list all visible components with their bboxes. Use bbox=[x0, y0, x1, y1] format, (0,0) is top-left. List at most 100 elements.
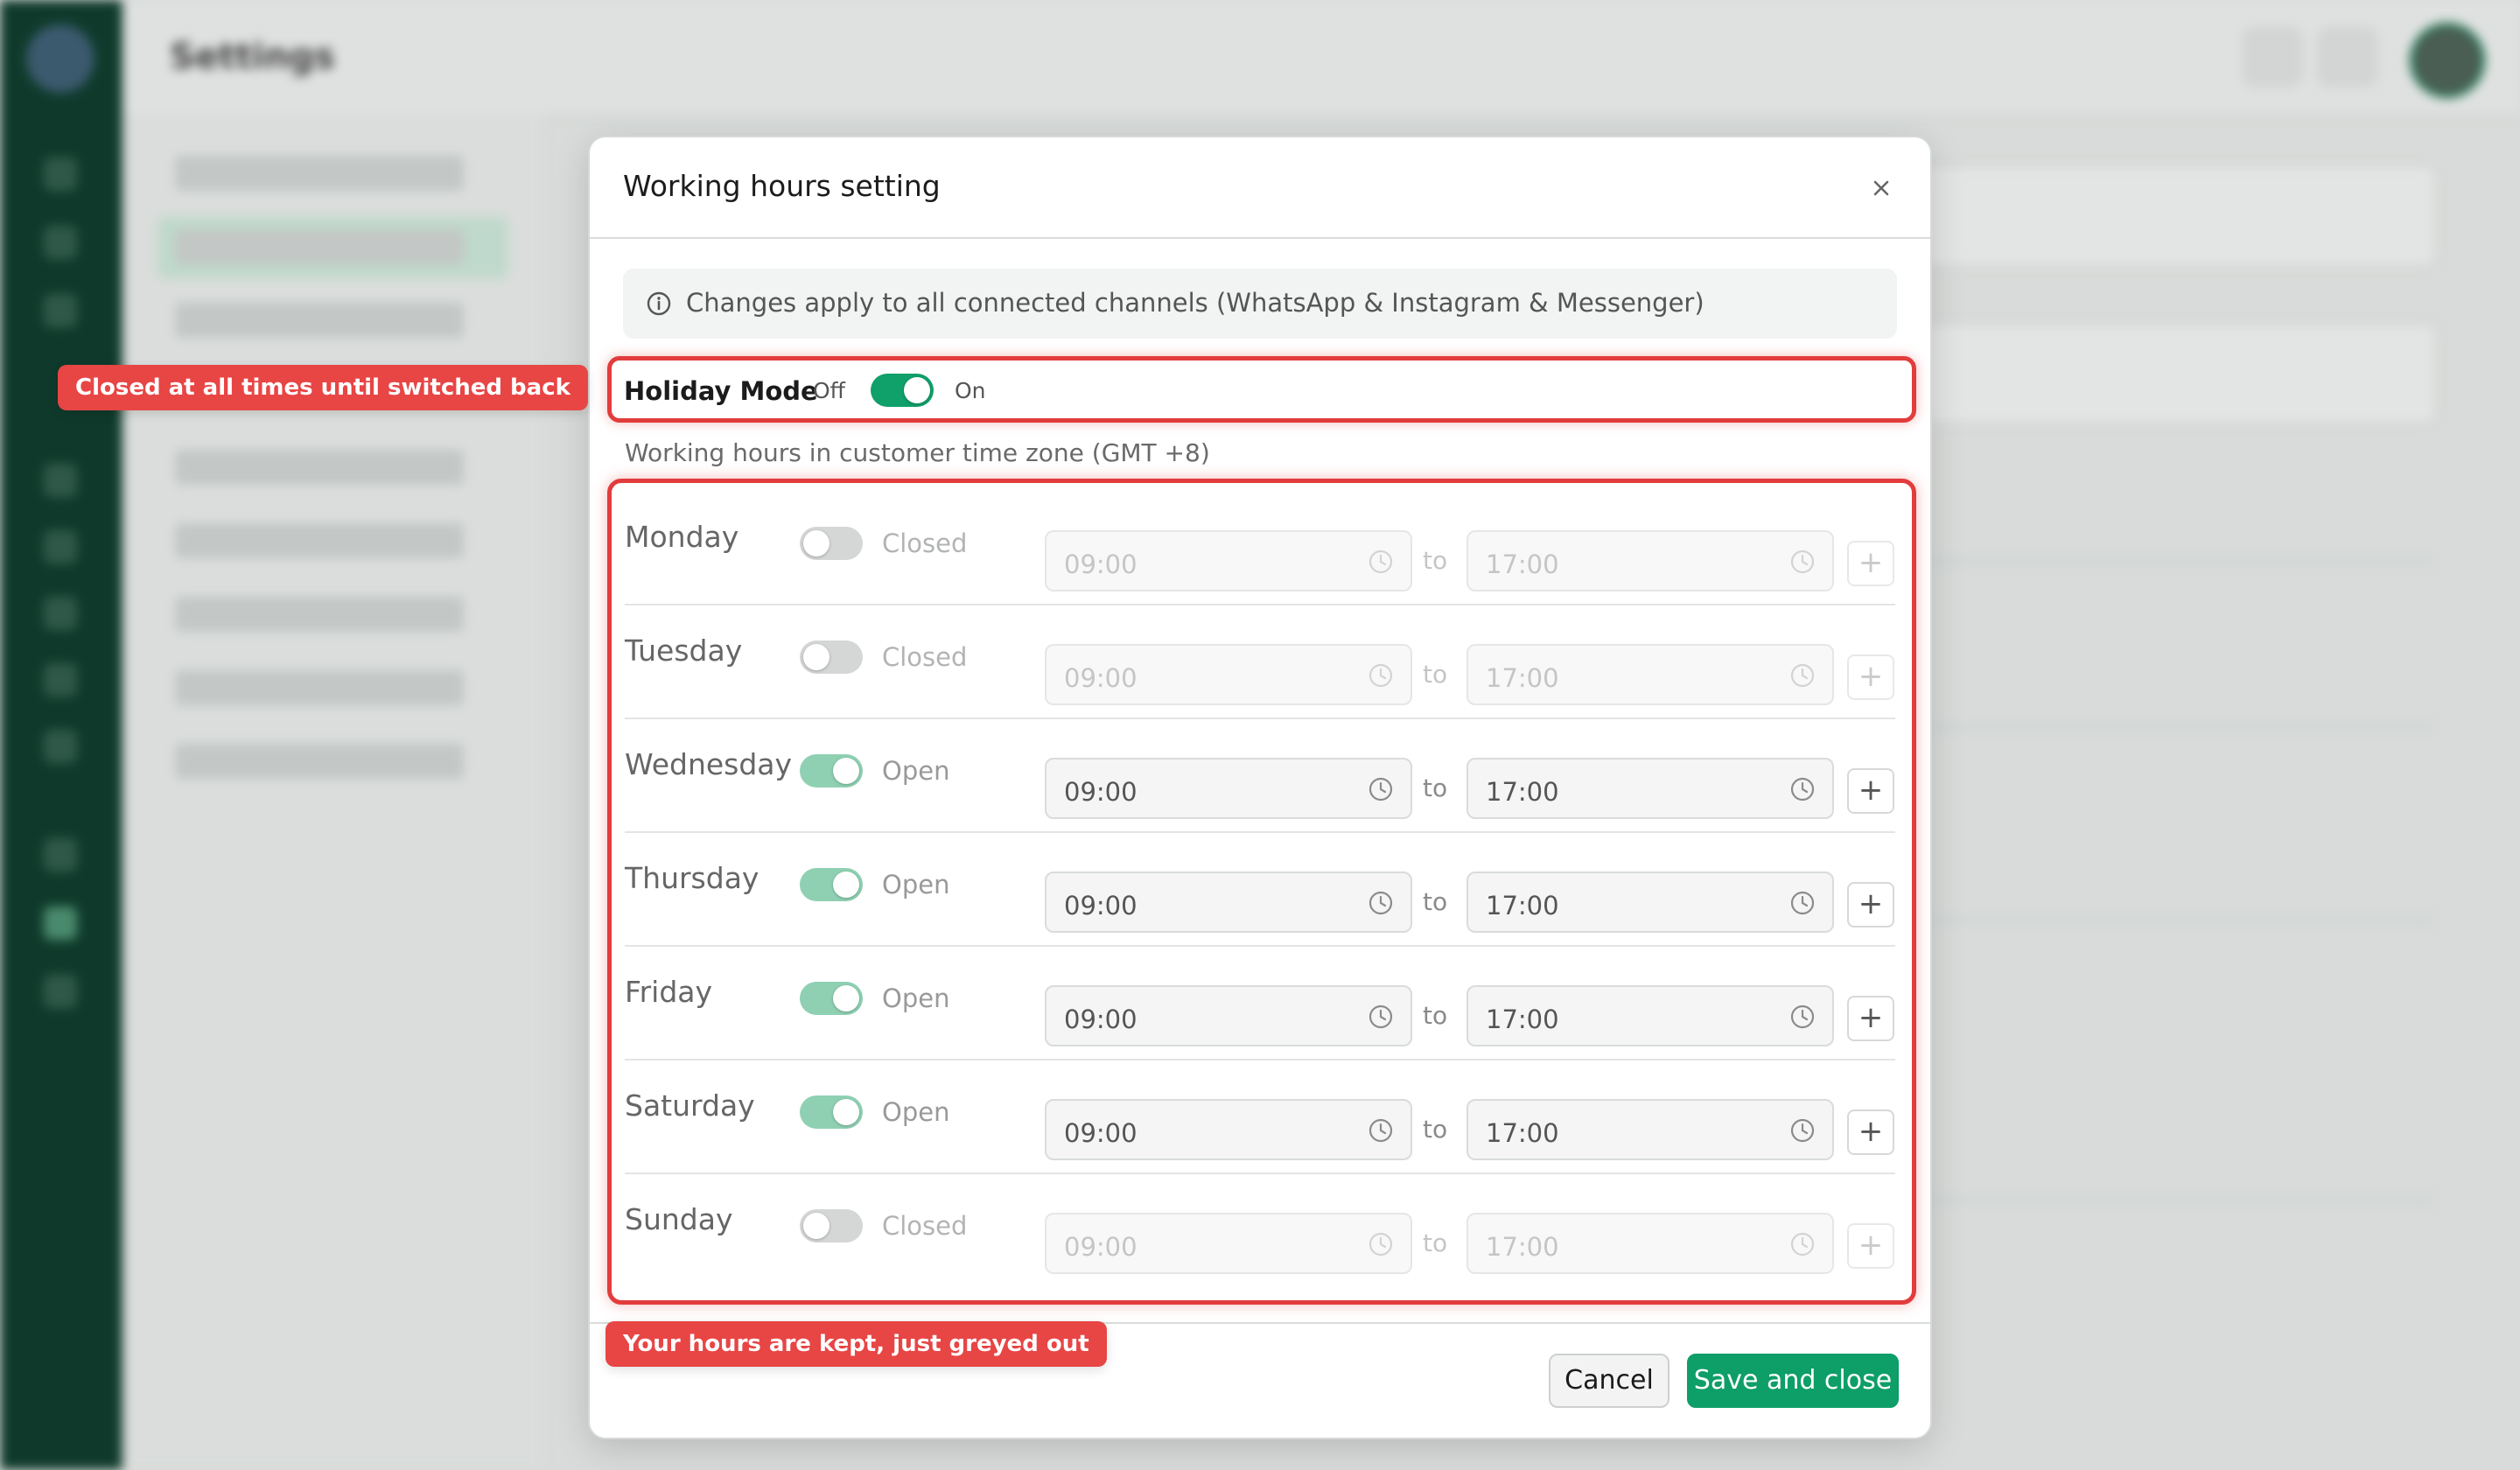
clock-icon bbox=[1368, 550, 1393, 574]
day-toggle[interactable] bbox=[800, 982, 863, 1015]
add-time-range-button[interactable]: + bbox=[1847, 654, 1894, 700]
clock-icon bbox=[1368, 1118, 1393, 1143]
clock-icon bbox=[1790, 1118, 1815, 1143]
start-time-field[interactable]: 09:00 bbox=[1045, 1099, 1412, 1160]
day-label: Wednesday bbox=[625, 747, 793, 781]
holiday-off-label: Off bbox=[813, 378, 845, 403]
day-toggle[interactable] bbox=[800, 1096, 863, 1129]
to-label: to bbox=[1423, 1228, 1448, 1257]
end-time-field[interactable]: 17:00 bbox=[1466, 1213, 1834, 1274]
start-time-field[interactable]: 09:00 bbox=[1045, 530, 1412, 592]
day-row-sunday: Sunday Closed 09:00 to 17:00 + bbox=[625, 1174, 1895, 1288]
end-time-field[interactable]: 17:00 bbox=[1466, 872, 1834, 933]
day-toggle[interactable] bbox=[800, 1209, 863, 1242]
toggle-knob bbox=[803, 644, 830, 670]
start-time-field[interactable]: 09:00 bbox=[1045, 985, 1412, 1046]
day-row-wednesday: Wednesday Open 09:00 to 17:00 + bbox=[625, 719, 1895, 833]
to-label: to bbox=[1423, 887, 1448, 916]
page-title: Settings bbox=[170, 37, 335, 77]
rail-icon bbox=[44, 975, 77, 1008]
clock-icon bbox=[1790, 550, 1815, 574]
day-label: Thursday bbox=[625, 861, 760, 895]
start-time-value: 09:00 bbox=[1064, 891, 1138, 920]
start-time-field[interactable]: 09:00 bbox=[1045, 1213, 1412, 1274]
add-time-range-button[interactable]: + bbox=[1847, 882, 1894, 928]
working-hours-modal: Working hours setting Changes apply to a… bbox=[588, 136, 1932, 1439]
to-label: to bbox=[1423, 546, 1448, 575]
start-time-value: 09:00 bbox=[1064, 777, 1138, 807]
save-and-close-button[interactable]: Save and close bbox=[1687, 1354, 1899, 1408]
toggle-knob bbox=[904, 377, 930, 403]
add-time-range-button[interactable]: + bbox=[1847, 1223, 1894, 1269]
cancel-button[interactable]: Cancel bbox=[1549, 1354, 1670, 1408]
start-time-field[interactable]: 09:00 bbox=[1045, 758, 1412, 819]
background-field bbox=[1872, 166, 2436, 266]
holiday-mode-toggle[interactable] bbox=[871, 374, 934, 407]
day-row-monday: Monday Closed 09:00 to 17:00 + bbox=[625, 492, 1895, 606]
clock-icon bbox=[1368, 777, 1393, 802]
start-time-value: 09:00 bbox=[1064, 1232, 1138, 1262]
day-state: Closed bbox=[882, 1211, 968, 1241]
clock-icon bbox=[1368, 891, 1393, 915]
end-time-value: 17:00 bbox=[1486, 550, 1559, 579]
add-time-range-button[interactable]: + bbox=[1847, 1110, 1894, 1155]
day-toggle[interactable] bbox=[800, 868, 863, 901]
end-time-field[interactable]: 17:00 bbox=[1466, 1099, 1834, 1160]
rail-icon bbox=[44, 838, 77, 872]
start-time-field[interactable]: 09:00 bbox=[1045, 644, 1412, 705]
clock-icon bbox=[1790, 1232, 1815, 1256]
timezone-label: Working hours in customer time zone (GMT… bbox=[625, 438, 1210, 467]
to-label: to bbox=[1423, 1115, 1448, 1144]
hours-annotation: Your hours are kept, just greyed out bbox=[606, 1321, 1107, 1367]
add-time-range-button[interactable]: + bbox=[1847, 541, 1894, 586]
info-banner: Changes apply to all connected channels … bbox=[623, 269, 1897, 339]
divider bbox=[1908, 919, 2432, 921]
clock-icon bbox=[1790, 777, 1815, 802]
end-time-field[interactable]: 17:00 bbox=[1466, 644, 1834, 705]
start-time-value: 09:00 bbox=[1064, 550, 1138, 579]
to-label: to bbox=[1423, 774, 1448, 802]
divider bbox=[1908, 560, 2432, 563]
notification-icon bbox=[2242, 26, 2303, 88]
add-time-range-button[interactable]: + bbox=[1847, 996, 1894, 1041]
toggle-knob bbox=[803, 530, 830, 556]
toggle-knob bbox=[833, 985, 859, 1012]
close-icon[interactable] bbox=[1867, 174, 1895, 202]
day-toggle[interactable] bbox=[800, 640, 863, 674]
background-field bbox=[1872, 324, 2436, 424]
sidebar-item bbox=[175, 450, 464, 485]
sidebar-item bbox=[175, 229, 464, 264]
to-label: to bbox=[1423, 660, 1448, 689]
rail-icon bbox=[44, 530, 77, 564]
end-time-field[interactable]: 17:00 bbox=[1466, 758, 1834, 819]
day-label: Friday bbox=[625, 975, 713, 1009]
settings-sidebar bbox=[122, 114, 542, 1470]
info-text: Changes apply to all connected channels … bbox=[686, 288, 1704, 318]
start-time-field[interactable]: 09:00 bbox=[1045, 872, 1412, 933]
day-state: Closed bbox=[882, 528, 968, 558]
day-toggle[interactable] bbox=[800, 527, 863, 560]
day-state: Open bbox=[882, 984, 950, 1013]
rail-icon bbox=[44, 730, 77, 763]
toggle-knob bbox=[833, 758, 859, 784]
working-days-list: Monday Closed 09:00 to 17:00 + Tuesday C… bbox=[607, 479, 1916, 1305]
end-time-field[interactable]: 17:00 bbox=[1466, 985, 1834, 1046]
day-state: Open bbox=[882, 756, 950, 786]
day-toggle[interactable] bbox=[800, 754, 863, 788]
end-time-value: 17:00 bbox=[1486, 663, 1559, 693]
rail-icon bbox=[44, 464, 77, 497]
end-time-field[interactable]: 17:00 bbox=[1466, 530, 1834, 592]
day-row-tuesday: Tuesday Closed 09:00 to 17:00 + bbox=[625, 606, 1895, 719]
clock-icon bbox=[1368, 1004, 1393, 1029]
day-label: Saturday bbox=[625, 1088, 755, 1123]
day-row-friday: Friday Open 09:00 to 17:00 + bbox=[625, 947, 1895, 1060]
add-time-range-button[interactable]: + bbox=[1847, 768, 1894, 814]
nav-rail bbox=[0, 0, 122, 1470]
end-time-value: 17:00 bbox=[1486, 1232, 1559, 1262]
day-row-saturday: Saturday Open 09:00 to 17:00 + bbox=[625, 1060, 1895, 1174]
end-time-value: 17:00 bbox=[1486, 891, 1559, 920]
rail-icon bbox=[44, 663, 77, 696]
sidebar-item bbox=[175, 597, 464, 632]
holiday-annotation: Closed at all times until switched back bbox=[58, 365, 588, 410]
toggle-knob bbox=[803, 1213, 830, 1239]
